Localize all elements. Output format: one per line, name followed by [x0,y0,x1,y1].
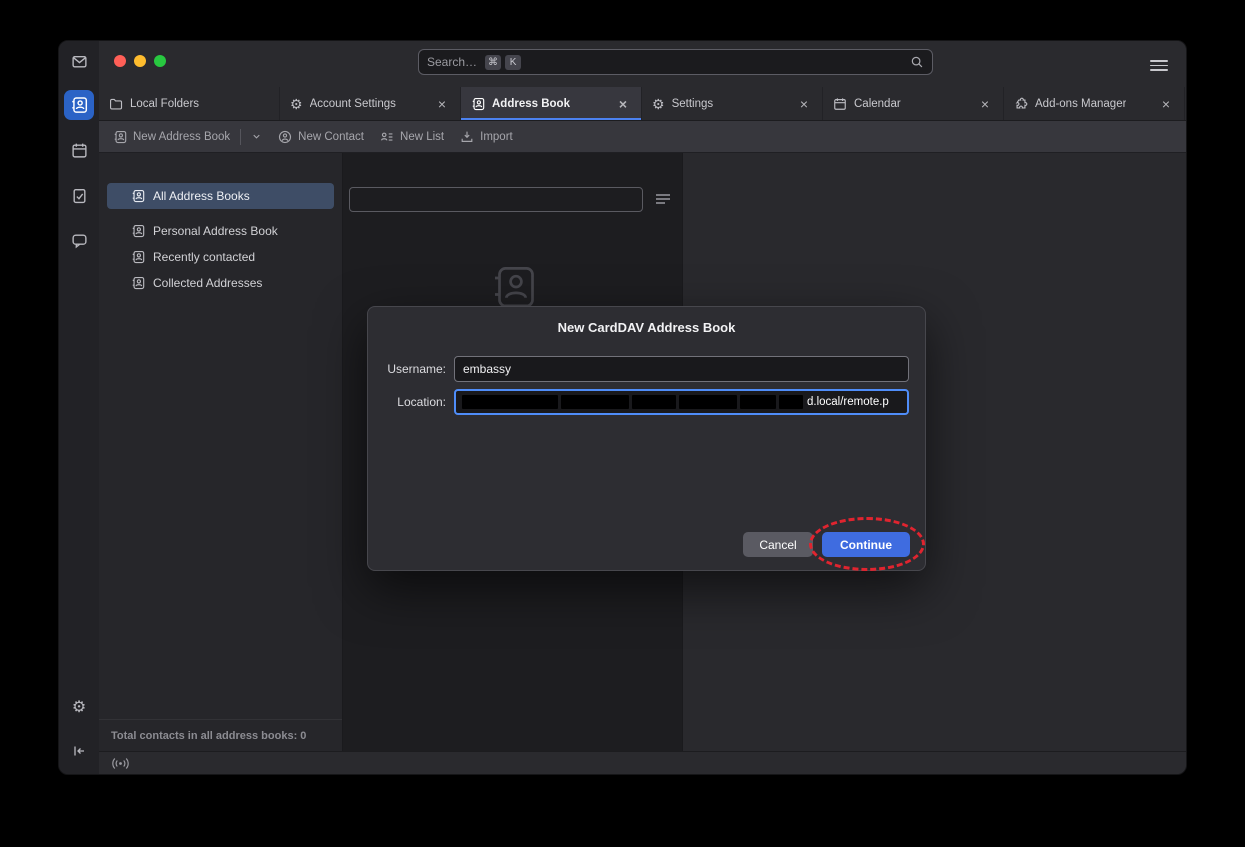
traffic-zoom-button[interactable] [154,55,166,67]
close-tab-icon[interactable]: × [977,97,993,111]
account-settings-icon: ⚙ [290,97,303,111]
k-key-badge: K [505,55,521,70]
list-icon [380,130,394,144]
titlebar: Search… ⌘ K [99,41,1186,87]
contacts-search-input[interactable] [349,187,643,212]
import-label: Import [480,131,513,143]
tab-settings[interactable]: ⚙ Settings × [642,87,823,120]
tab-account-settings[interactable]: ⚙ Account Settings × [280,87,461,120]
tab-label: Calendar [854,98,901,110]
tab-label: Settings [672,98,714,110]
new-address-book-button[interactable]: New Address Book [113,129,262,145]
search-placeholder: Search… [427,55,477,69]
username-field[interactable] [454,356,909,382]
tab-address-book[interactable]: Address Book × [461,87,642,120]
list-item-collected-addresses[interactable]: Collected Addresses [107,270,334,296]
address-book-icon [131,189,145,203]
calendar-rail-icon[interactable] [65,136,93,164]
close-tab-icon[interactable]: × [434,97,450,111]
dialog-title: New CardDAV Address Book [368,320,925,335]
global-search-input[interactable]: Search… ⌘ K [418,49,933,75]
chevron-down-icon[interactable] [251,131,262,142]
redaction-bar [779,395,803,409]
list-item-personal-address-book[interactable]: Personal Address Book [107,218,334,244]
mail-icon[interactable] [65,47,93,75]
redaction-bar [462,395,558,409]
display-options-icon[interactable] [654,191,674,209]
new-address-book-label: New Address Book [133,131,230,143]
tab-label: Account Settings [310,98,396,110]
list-item-recently-contacted[interactable]: Recently contacted [107,244,334,270]
list-item-label: Collected Addresses [153,276,262,290]
app-rail: ⚙ [59,41,99,774]
tasks-rail-icon[interactable] [65,181,93,209]
new-carddav-dialog: New CardDAV Address Book Username: Locat… [367,306,926,571]
import-icon [460,130,474,144]
traffic-close-button[interactable] [114,55,126,67]
puzzle-icon [1014,97,1028,111]
total-contacts-status: Total contacts in all address books: 0 [99,719,342,751]
location-field[interactable]: d.local/remote.p [454,389,909,415]
cancel-button[interactable]: Cancel [743,532,813,557]
new-list-label: New List [400,131,444,143]
status-bar [99,751,1186,774]
new-contact-button[interactable]: New Contact [278,130,364,144]
location-label: Location: [368,395,446,409]
username-label: Username: [368,362,446,376]
tab-label: Local Folders [130,98,199,110]
collapse-rail-icon[interactable] [65,737,93,765]
address-book-icon [471,97,485,111]
address-book-rail-icon[interactable] [64,90,94,120]
redaction-bar [740,395,776,409]
list-item-label: All Address Books [153,189,250,203]
app-menu-icon[interactable] [1150,57,1168,74]
tab-calendar[interactable]: Calendar × [823,87,1004,120]
address-book-icon [131,276,145,290]
empty-contact-placeholder-icon [489,263,537,311]
calendar-icon [833,97,847,111]
command-key-badge: ⌘ [485,55,501,70]
contact-icon [278,130,292,144]
new-contact-label: New Contact [298,131,364,143]
list-item-all-address-books[interactable]: All Address Books [107,183,334,209]
list-item-label: Personal Address Book [153,224,278,238]
location-visible-text: d.local/remote.p [807,396,889,408]
search-icon [910,55,924,69]
tab-bar: Local Folders ⚙ Account Settings × Addre… [99,87,1186,121]
close-tab-icon[interactable]: × [615,97,631,111]
tab-label: Address Book [492,98,570,110]
traffic-minimize-button[interactable] [134,55,146,67]
thunderbird-window: ⚙ Search… ⌘ K Local Fo [58,40,1187,775]
close-tab-icon[interactable]: × [1158,97,1174,111]
address-book-toolbar: New Address Book New Contact New List [99,121,1186,153]
settings-rail-icon[interactable]: ⚙ [65,693,93,721]
address-book-list: All Address Books Personal Address Book [99,153,342,296]
address-book-icon [113,130,127,144]
redaction-bar [679,395,737,409]
close-tab-icon[interactable]: × [796,97,812,111]
folder-icon [109,97,123,111]
import-button[interactable]: Import [460,130,513,144]
address-book-icon [131,224,145,238]
network-status-icon [111,757,130,770]
new-list-button[interactable]: New List [380,130,444,144]
split-divider [240,129,241,145]
address-books-pane: All Address Books Personal Address Book [99,153,343,751]
redaction-bar [561,395,629,409]
list-item-label: Recently contacted [153,250,255,264]
gear-icon: ⚙ [652,97,665,111]
tab-local-folders[interactable]: Local Folders [99,87,280,120]
tab-label: Add-ons Manager [1035,98,1126,110]
redaction-bar [632,395,676,409]
chat-rail-icon[interactable] [65,226,93,254]
tab-addons-manager[interactable]: Add-ons Manager × [1004,87,1185,120]
address-book-icon [131,250,145,264]
continue-button[interactable]: Continue [822,532,910,557]
gear-glyph: ⚙ [72,697,86,717]
